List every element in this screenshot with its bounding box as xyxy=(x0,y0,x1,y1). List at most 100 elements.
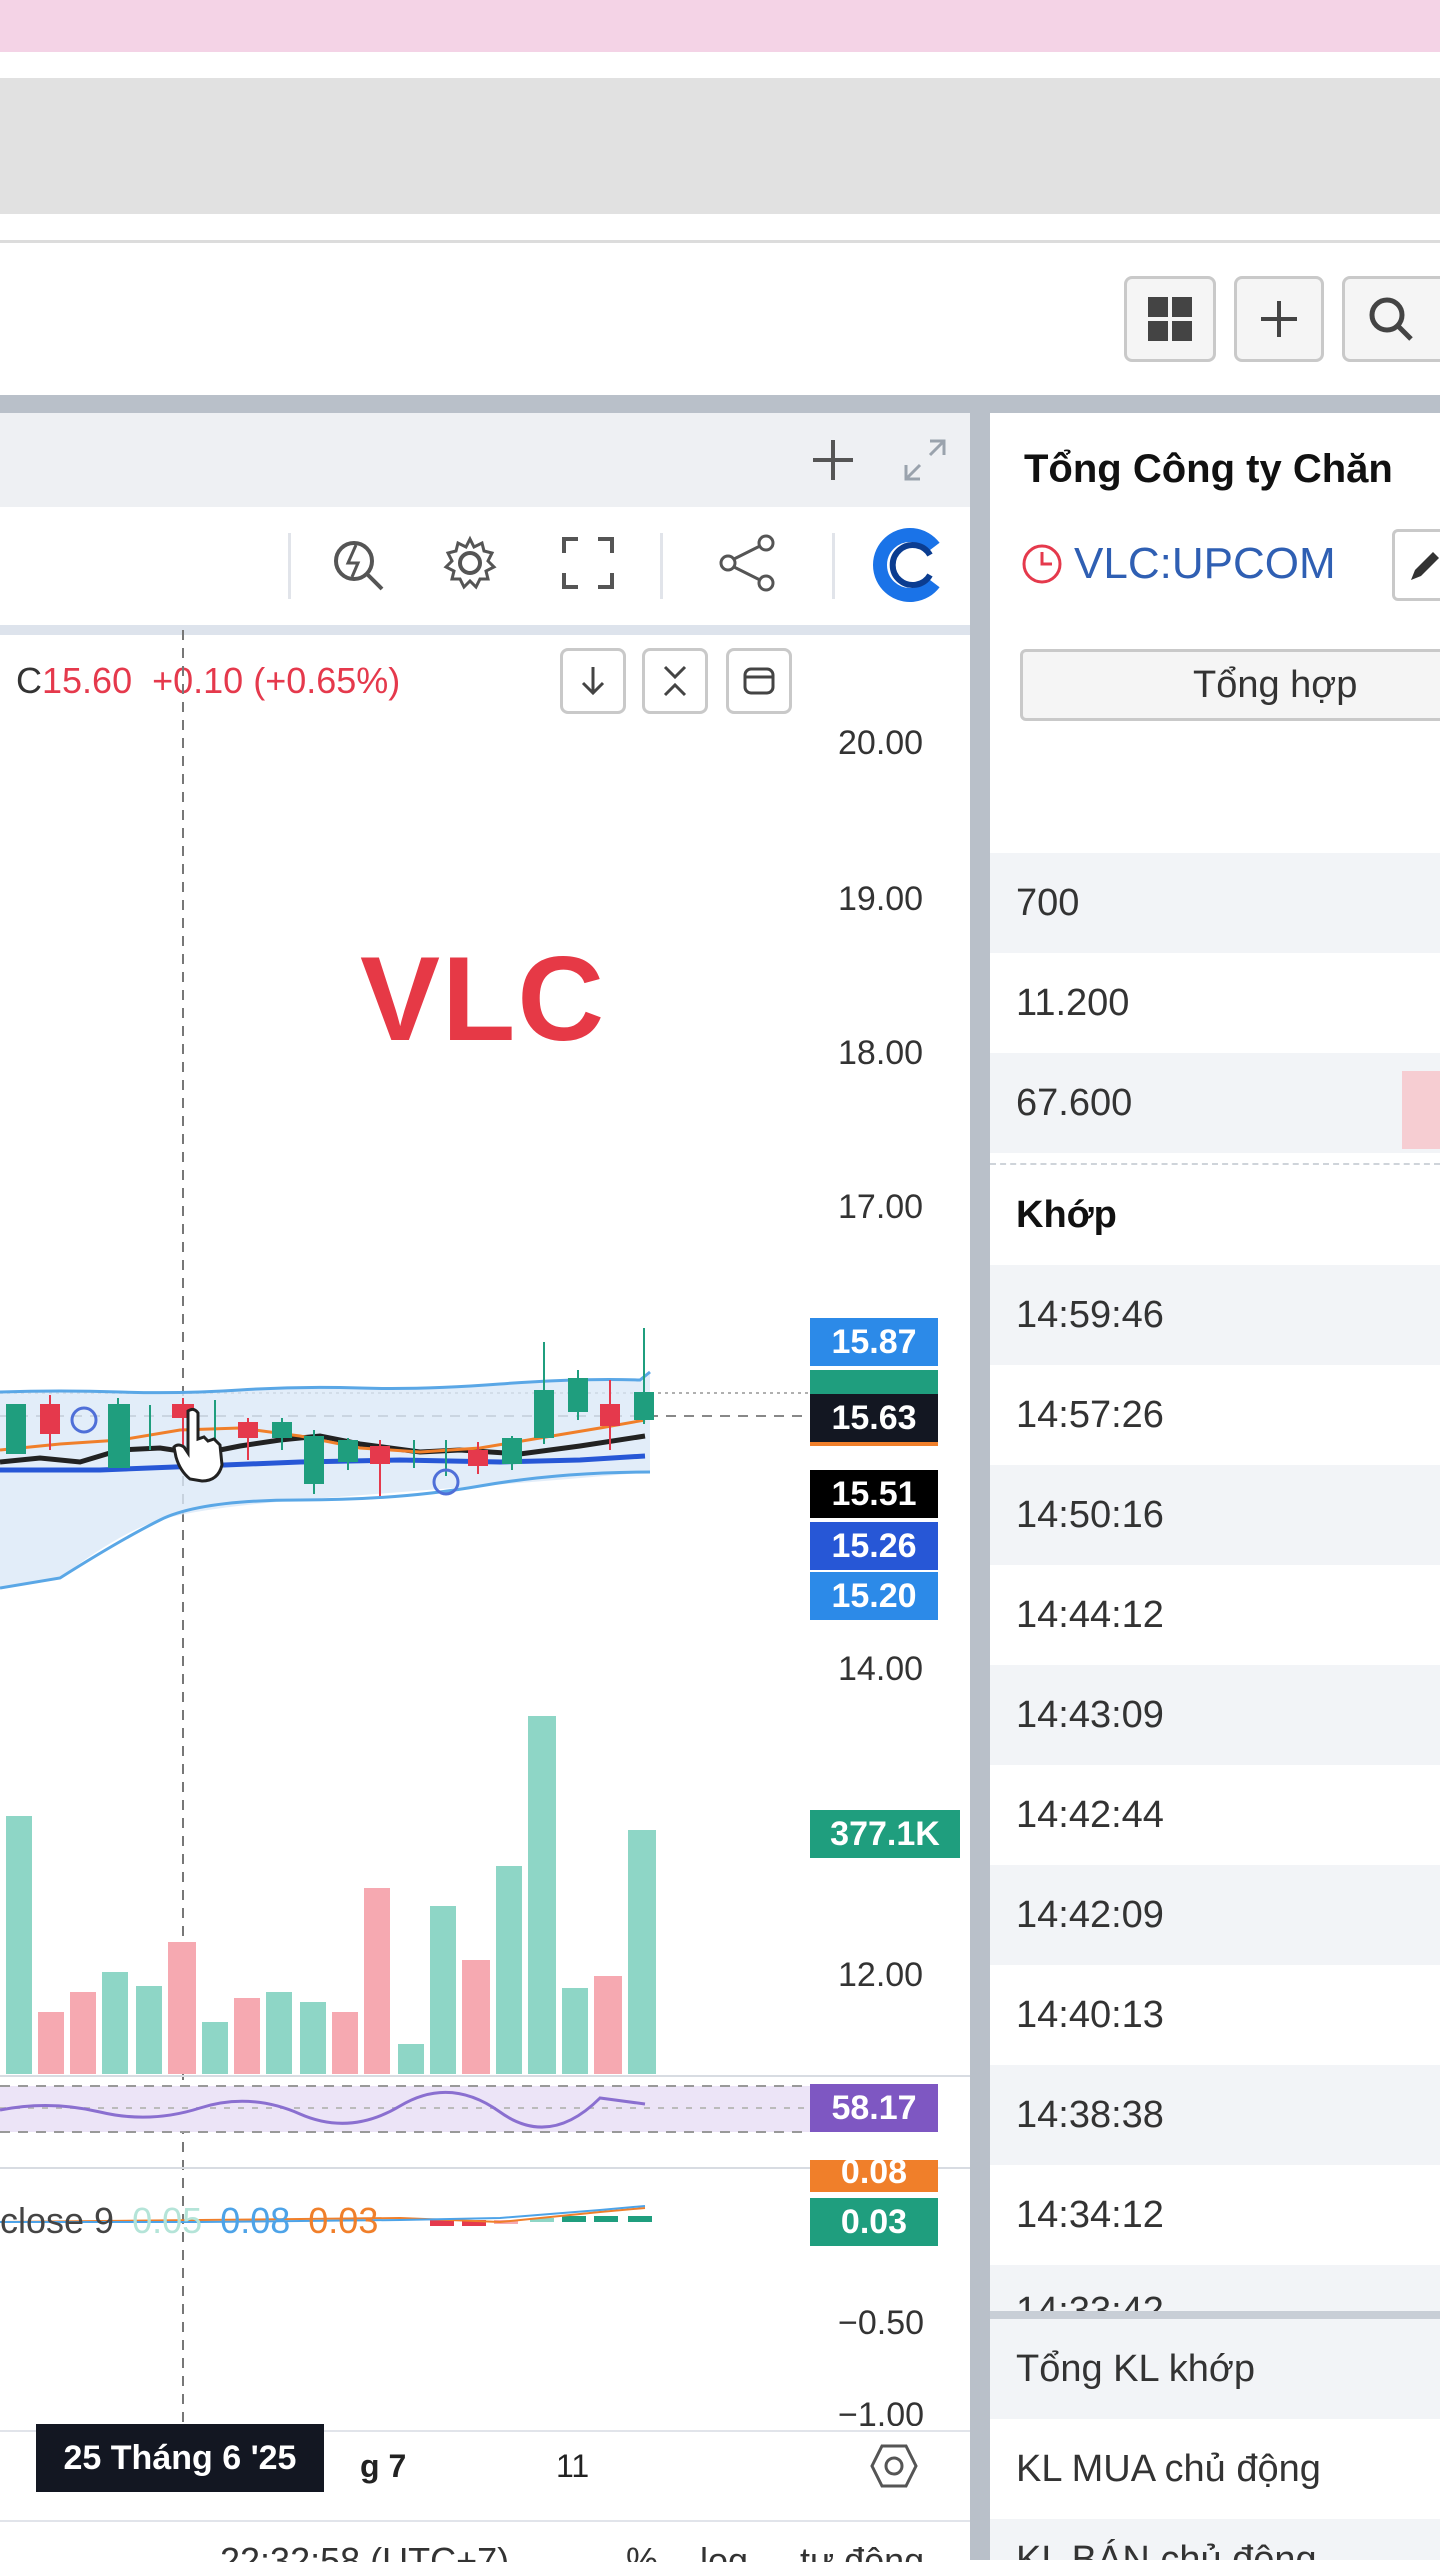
ticker-label: VLC:UPCOM xyxy=(1074,539,1336,588)
search-icon xyxy=(1369,297,1413,341)
toolbar-separator xyxy=(832,533,835,599)
trade-row: 14:43:09 xyxy=(990,1665,1440,1765)
quote-panel: Tổng Công ty Chăn VLC:UPCOM Tổng hợp 700… xyxy=(990,413,1440,2560)
trade-row: 14:50:16 xyxy=(990,1465,1440,1565)
trade-time: 14:33:42 xyxy=(1016,2290,1164,2311)
trade-row: 14:40:13 xyxy=(990,1965,1440,2065)
summary-row: Tổng KL khớp xyxy=(990,2319,1440,2419)
summary-label: Tổng KL khớp xyxy=(1016,2347,1255,2390)
depth-value: 700 xyxy=(1016,881,1080,924)
company-name: Tổng Công ty Chăn xyxy=(1024,447,1393,491)
panel-gutter[interactable] xyxy=(970,413,990,2560)
volume-bars xyxy=(6,1716,656,2074)
price-tag-bb-lower: 15.20 xyxy=(810,1572,938,1620)
price-tag-ma: 15.51 xyxy=(810,1470,938,1518)
footer-percent-toggle[interactable]: % xyxy=(626,2540,658,2562)
match-header: Khớp xyxy=(990,1165,1440,1265)
browser-bar xyxy=(0,78,1440,214)
price-tag-bb-upper: 15.87 xyxy=(810,1318,938,1366)
chart-footer: 22:32:58 (UTC+7) % log tự động xyxy=(0,2520,970,2562)
chart-panel-header xyxy=(0,413,970,509)
zoom-lightning-icon[interactable] xyxy=(326,531,390,595)
price-tag-volume: 377.1K xyxy=(810,1810,960,1858)
trade-row: 14:34:12 xyxy=(990,2165,1440,2265)
panel-divider xyxy=(0,395,1440,413)
depth-row: 11.200 xyxy=(990,953,1440,1053)
share-icon[interactable] xyxy=(716,531,780,595)
macd-legend-v2: 0.08 xyxy=(220,2200,291,2241)
trade-time: 14:44:12 xyxy=(1016,1593,1164,1636)
summary-row: KL MUA chủ động xyxy=(990,2419,1440,2519)
y-tick: 14.00 xyxy=(838,1650,924,1688)
trade-time: 14:34:12 xyxy=(1016,2193,1164,2236)
trade-time: 14:42:44 xyxy=(1016,1793,1164,1836)
trade-row: 14:33:42 xyxy=(990,2265,1440,2311)
depth-value: 11.200 xyxy=(1016,981,1130,1024)
trade-row: 14:59:46 xyxy=(990,1265,1440,1365)
trade-row: 14:38:38 xyxy=(990,2065,1440,2165)
pencil-icon xyxy=(1411,552,1439,580)
footer-time: 22:32:58 (UTC+7) xyxy=(220,2540,510,2562)
trade-time: 14:38:38 xyxy=(1016,2093,1164,2136)
trade-time: 14:50:16 xyxy=(1016,1493,1164,1536)
macd-legend-v1: 0.05 xyxy=(132,2200,203,2241)
fullscreen-icon[interactable] xyxy=(558,533,618,593)
trade-row: 14:57:26 xyxy=(990,1365,1440,1465)
edit-button[interactable] xyxy=(1392,529,1440,601)
footer-log-toggle[interactable]: log xyxy=(700,2540,748,2562)
y-tick: 18.00 xyxy=(838,1034,924,1072)
summary-divider xyxy=(990,2311,1440,2319)
hand-cursor-icon xyxy=(172,1407,224,1483)
price-tag-last: 15.63 xyxy=(810,1394,938,1442)
summary-row: KL BÁN chủ động xyxy=(990,2519,1440,2560)
tab-summary-label: Tổng hợp xyxy=(1193,664,1358,706)
chart-toolbar xyxy=(0,507,970,635)
axis-settings-icon[interactable] xyxy=(868,2440,920,2492)
depth-row: 700 xyxy=(990,853,1440,953)
x-tick-day: 11 xyxy=(556,2448,590,2484)
macd-legend-v3: 0.03 xyxy=(308,2200,379,2241)
summary-label: KL MUA chủ động xyxy=(1016,2447,1321,2490)
footer-auto-toggle[interactable]: tự động xyxy=(800,2540,924,2562)
depth-row: 67.600 xyxy=(990,1053,1440,1153)
crosshair-date-label: 25 Tháng 6 '25 xyxy=(36,2424,324,2492)
y-tick: 19.00 xyxy=(838,880,924,918)
trade-time: 14:59:46 xyxy=(1016,1293,1164,1336)
layout-grid-button[interactable] xyxy=(1124,276,1216,362)
y-tick: −1.00 xyxy=(838,2396,925,2426)
trade-row: 14:44:12 xyxy=(990,1565,1440,1665)
trade-time: 14:43:09 xyxy=(1016,1693,1164,1736)
match-header-label: Khớp xyxy=(1016,1193,1117,1236)
grid-icon xyxy=(1148,297,1192,341)
trade-time: 14:40:13 xyxy=(1016,1993,1164,2036)
summary-label: KL BÁN chủ động xyxy=(1016,2539,1317,2560)
depth-value: 67.600 xyxy=(1016,1081,1133,1124)
price-tag-ma-blue: 15.26 xyxy=(810,1522,938,1570)
price-tag-rsi: 58.17 xyxy=(810,2084,938,2132)
macd-legend-label: close 9 xyxy=(0,2200,115,2241)
add-button[interactable] xyxy=(1234,276,1324,362)
y-tick: 17.00 xyxy=(838,1188,924,1226)
tab-summary[interactable]: Tổng hợp xyxy=(1020,649,1440,721)
x-tick-month: g 7 xyxy=(360,2448,407,2484)
depth-bar xyxy=(1402,1071,1440,1149)
trade-row: 14:42:44 xyxy=(990,1765,1440,1865)
toolbar-separator xyxy=(660,533,663,599)
add-panel-icon[interactable] xyxy=(810,437,856,483)
search-button[interactable] xyxy=(1342,276,1440,362)
expand-icon[interactable] xyxy=(900,435,950,485)
y-tick: 12.00 xyxy=(838,1956,924,1994)
ticker-row[interactable]: VLC:UPCOM xyxy=(1020,539,1336,589)
brand-logo-icon xyxy=(873,528,940,602)
trade-row: 14:42:09 xyxy=(990,1865,1440,1965)
trade-time: 14:57:26 xyxy=(1016,1393,1164,1436)
toolbar-divider xyxy=(0,240,1440,243)
price-tag-macd-b: 0.03 xyxy=(810,2198,938,2246)
plus-icon xyxy=(1261,301,1297,337)
toolbar-separator xyxy=(288,533,291,599)
price-tag-macd-a: 0.08 xyxy=(810,2160,938,2192)
macd-legend: close 9 0.05 0.08 0.03 xyxy=(0,2200,378,2242)
gear-icon[interactable] xyxy=(438,531,502,595)
clock-icon xyxy=(1022,544,1062,584)
y-tick: −0.50 xyxy=(838,2304,925,2342)
